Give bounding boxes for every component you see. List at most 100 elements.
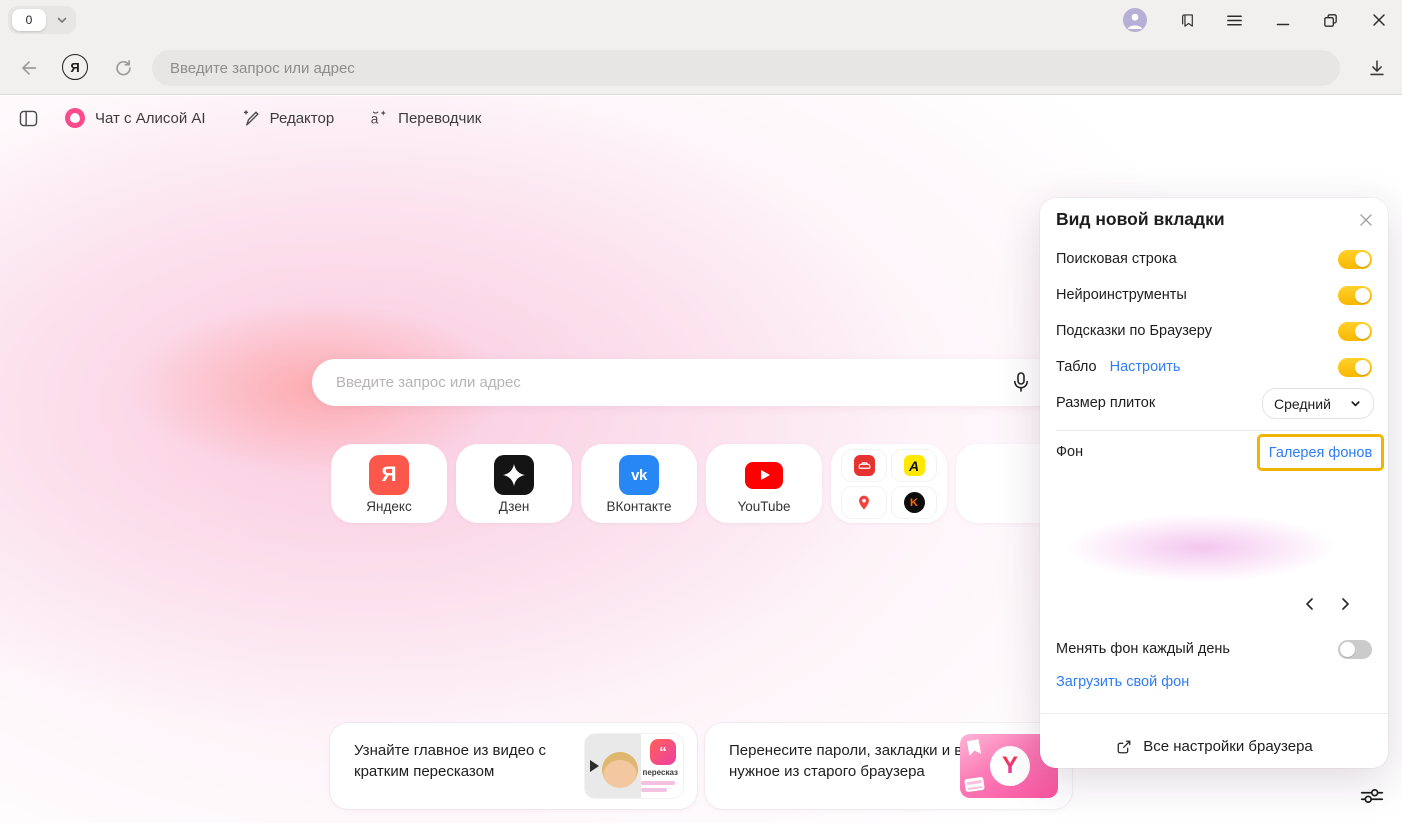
- credit-card-icon: [964, 777, 985, 793]
- tile-youtube[interactable]: YouTube: [706, 444, 822, 523]
- mini-tile-afisha[interactable]: A: [892, 450, 936, 481]
- tab-count: 0: [26, 13, 33, 27]
- tile-label: Яндекс: [366, 499, 411, 514]
- promo-card-video-summary[interactable]: Узнайте главное из видео с кратким перес…: [330, 723, 697, 809]
- mini-tile-maps[interactable]: [842, 487, 886, 518]
- microphone-icon[interactable]: [1009, 370, 1033, 394]
- previous-background-arrow-icon[interactable]: [1298, 593, 1322, 615]
- editor-label: Редактор: [270, 110, 335, 127]
- chevron-down-icon: [1349, 397, 1362, 410]
- refresh-icon[interactable]: [112, 57, 134, 79]
- afisha-icon: A: [904, 455, 925, 476]
- minimize-icon[interactable]: [1274, 12, 1291, 29]
- upload-background-link[interactable]: Загрузить свой фон: [1056, 674, 1189, 690]
- search-bar: [312, 359, 1058, 406]
- titlebar: 0: [0, 0, 1402, 40]
- page-settings-sliders-icon[interactable]: [1356, 780, 1388, 812]
- address-input[interactable]: [152, 50, 1340, 86]
- upload-background-row: Загрузить свой фон: [1056, 671, 1372, 693]
- setting-label: Подсказки по Браузеру: [1056, 323, 1212, 339]
- side-panels-bookmark-icon[interactable]: [1178, 12, 1195, 29]
- car-icon: [854, 455, 875, 476]
- svg-text:а: а: [371, 111, 379, 126]
- panel-title: Вид новой вкладки: [1056, 209, 1225, 230]
- toggle-daily-background[interactable]: [1338, 640, 1372, 659]
- tab[interactable]: 0: [12, 9, 46, 31]
- yandex-logo-letter: Я: [70, 60, 79, 75]
- alice-chat-label: Чат с Алисой AI: [95, 110, 206, 127]
- dzen-star-icon: [494, 455, 534, 495]
- translator-button[interactable]: а Переводчик: [368, 108, 481, 128]
- background-gallery-button[interactable]: Галерея фонов: [1257, 434, 1384, 471]
- setting-row-neuro-tools: Нейроинструменты: [1056, 284, 1372, 306]
- restore-window-icon[interactable]: [1322, 12, 1339, 29]
- translator-icon: а: [368, 108, 388, 128]
- promo-card-import[interactable]: Перенесите пароли, закладки и все нужное…: [705, 723, 1072, 809]
- gallery-button-label: Галерея фонов: [1269, 445, 1372, 461]
- menu-hamburger-icon[interactable]: [1226, 12, 1243, 29]
- setting-label: Поисковая строка: [1056, 251, 1177, 267]
- external-link-icon: [1115, 738, 1133, 756]
- address-bar: [152, 50, 1340, 86]
- setting-label: Размер плиток: [1056, 395, 1155, 411]
- youtube-play-icon: [744, 455, 784, 495]
- toggle-tableau[interactable]: [1338, 358, 1372, 377]
- search-input[interactable]: [312, 359, 1058, 406]
- alice-chat-button[interactable]: Чат с Алисой AI: [65, 108, 206, 128]
- translator-label: Переводчик: [398, 110, 481, 127]
- tools-bar: Чат с Алисой AI Редактор а Переводчик: [0, 96, 1402, 140]
- tile-vk[interactable]: vk ВКонтакте: [581, 444, 697, 523]
- setting-label: Менять фон каждый день: [1056, 641, 1230, 657]
- tableau-configure-link[interactable]: Настроить: [1110, 359, 1181, 375]
- tile-folder[interactable]: A K: [831, 444, 947, 523]
- all-browser-settings-link[interactable]: Все настройки браузера: [1040, 725, 1388, 768]
- background-preview[interactable]: [1056, 516, 1372, 582]
- play-icon: [590, 760, 599, 772]
- setting-label: Нейроинструменты: [1056, 287, 1187, 303]
- mini-tile-kinopoisk[interactable]: K: [892, 487, 936, 518]
- editor-pen-icon: [240, 108, 260, 128]
- panel-close-icon[interactable]: [1357, 211, 1375, 229]
- tab-group: 0: [8, 6, 76, 34]
- tile-label: ВКонтакте: [607, 499, 672, 514]
- person-photo: [602, 752, 638, 788]
- tile-dzen[interactable]: Дзен: [456, 444, 572, 523]
- badge-caption: пересказ: [643, 768, 679, 777]
- toggle-browser-tips[interactable]: [1338, 322, 1372, 341]
- folder-tile-grid: A K: [842, 450, 936, 518]
- footer-link-label: Все настройки браузера: [1143, 738, 1313, 755]
- back-arrow-icon[interactable]: [18, 57, 40, 79]
- toggle-neuro-tools[interactable]: [1338, 286, 1372, 305]
- yandex-logo-button[interactable]: Я: [62, 54, 88, 80]
- profile-avatar[interactable]: [1123, 8, 1147, 32]
- setting-label: Табло: [1056, 359, 1097, 375]
- setting-row-browser-tips: Подсказки по Браузеру: [1056, 320, 1372, 342]
- yandex-tile-icon: Я: [369, 455, 409, 495]
- tile-label: YouTube: [737, 499, 790, 514]
- new-tab-settings-panel: Вид новой вкладки Поисковая строка Нейро…: [1040, 198, 1388, 768]
- setting-row-daily-background: Менять фон каждый день: [1056, 638, 1372, 660]
- browser-window: 0: [0, 0, 1402, 823]
- next-background-arrow-icon[interactable]: [1333, 593, 1357, 615]
- downloads-icon[interactable]: [1366, 57, 1388, 79]
- address-row: Я: [0, 40, 1402, 95]
- map-pin-icon: [854, 493, 874, 513]
- promo-text: Узнайте главное из видео с кратким перес…: [354, 741, 604, 782]
- setting-label: Фон: [1056, 444, 1083, 460]
- editor-button[interactable]: Редактор: [240, 108, 335, 128]
- tile-yandex[interactable]: Я Яндекс: [331, 444, 447, 523]
- tile-label: Дзен: [499, 499, 530, 514]
- mini-tile-auto[interactable]: [842, 450, 886, 481]
- close-window-icon[interactable]: [1370, 12, 1387, 29]
- alice-icon: [65, 108, 85, 128]
- setting-row-tableau: Табло Настроить: [1056, 356, 1372, 378]
- tile-size-dropdown[interactable]: Средний: [1262, 388, 1374, 419]
- kinopoisk-icon: K: [904, 492, 925, 513]
- tab-list-chevron-down-icon[interactable]: [55, 13, 69, 27]
- video-summary-illustration: “ пересказ: [585, 734, 683, 798]
- vk-icon: vk: [619, 455, 659, 495]
- sidebar-toggle-icon[interactable]: [19, 110, 38, 127]
- browser-logo-icon: Y: [990, 746, 1030, 786]
- bookmark-icon: [967, 739, 981, 756]
- toggle-search-bar[interactable]: [1338, 250, 1372, 269]
